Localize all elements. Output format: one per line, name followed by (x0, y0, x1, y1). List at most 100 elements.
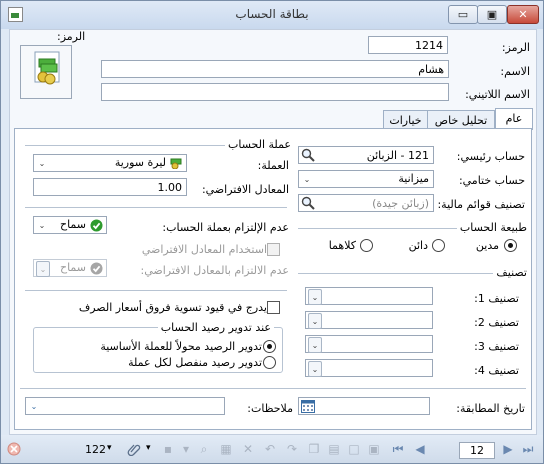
maximize-button[interactable]: ▣ (477, 5, 507, 24)
fin-list-label: تصنيف قوائم مالية: (437, 198, 525, 211)
non-commit-label: عدم الإلتزام بعملة الحساب: (162, 221, 289, 234)
title-bar: بطاقة الحساب ▭ ▣ ✕ (1, 1, 543, 29)
next-record-icon[interactable]: ▶ (501, 442, 515, 456)
commit-divider (25, 207, 287, 208)
non-commit-combo[interactable]: ⌄ سماح (33, 216, 107, 234)
currency-section-title: عملة الحساب (225, 138, 291, 151)
non-commit-rate-label: عدم الالتزام بالمعادل الافتراضي: (140, 264, 290, 277)
new-icon[interactable]: □ (347, 442, 361, 456)
grid-icon[interactable]: ▦ (219, 442, 233, 456)
close-button[interactable]: ✕ (507, 5, 539, 24)
icon-label: الرمز: (57, 30, 86, 43)
record-number-field[interactable]: 12 (459, 442, 495, 459)
fx-divider (25, 290, 287, 291)
minimize-button[interactable]: ▭ (448, 5, 478, 24)
money-icon (34, 51, 60, 85)
nature-both-label: كلاهما (328, 239, 356, 252)
currency-combo[interactable]: ⌄ ليرة سورية (33, 154, 187, 172)
nature-credit-label: دائن (408, 239, 428, 252)
account-card-window: بطاقة الحساب ▭ ▣ ✕ الرمز: 1214 الاسم: هش… (0, 0, 544, 464)
name-field[interactable]: هشام (101, 60, 449, 78)
redo-icon[interactable]: ↷ (285, 442, 299, 456)
form-body: الرمز: 1214 الاسم: هشام الاسم اللاتيني: … (9, 29, 537, 435)
search-icon[interactable]: ⌕ (197, 442, 211, 456)
currency-icon (170, 157, 183, 170)
copy-icon[interactable]: ❐ (307, 442, 321, 456)
rounding-title: عند تدوير رصيد الحساب (157, 321, 274, 334)
match-date-field[interactable] (298, 397, 430, 415)
status-toolbar: 122 ▾ ▾ ▪ ▾ ⌕ ▦ ✕ ↶ ↷ ❐ ▤ □ ▣ ⏮ ◀ 12 ▶ ⏭ (1, 435, 543, 463)
class4-combo[interactable]: ⌄ (305, 359, 433, 377)
latin-name-label: الاسم اللاتيني: (465, 88, 530, 101)
rounding-separate-radio[interactable] (263, 356, 276, 369)
tab-page-general: حساب رئيسي: 121 - الزبائن حساب ختامي: ⌄ … (14, 128, 532, 430)
undo-icon[interactable]: ↶ (263, 442, 277, 456)
default-rate-field[interactable]: 1.00 (33, 178, 187, 196)
fin-list-field[interactable]: (زبائن جيدة) (298, 194, 434, 212)
parent-account-field[interactable]: 121 - الزبائن (298, 146, 434, 164)
search-icon[interactable] (301, 196, 315, 210)
previous-record-icon[interactable]: ◀ (413, 442, 427, 456)
close-icon[interactable]: ✕ (241, 442, 255, 456)
check-circle-icon (90, 262, 103, 275)
tab-special-analysis[interactable]: تحليل خاص (427, 110, 495, 130)
bottom-divider (20, 388, 526, 389)
nature-debit-radio[interactable] (504, 239, 517, 252)
rounding-base-radio[interactable] (263, 340, 276, 353)
non-commit-rate-combo[interactable]: ⌄ سماح (33, 259, 107, 277)
first-record-icon[interactable]: ⏮ (391, 442, 405, 456)
latin-name-field[interactable] (101, 83, 449, 101)
chevron-down-icon[interactable]: ▾ (107, 443, 112, 453)
notes-label: ملاحظات: (247, 402, 293, 415)
filter-icon[interactable]: ▾ (179, 442, 193, 456)
parent-account-label: حساب رئيسي: (456, 150, 525, 163)
zoom-value[interactable]: 122 (85, 443, 106, 456)
paste-icon[interactable]: ▤ (327, 442, 341, 456)
class1-combo[interactable]: ⌄ (305, 287, 433, 305)
check-circle-icon (90, 219, 103, 232)
attachment-icon[interactable] (127, 442, 141, 457)
class-divider (298, 273, 526, 274)
non-commit-value: سماح (59, 218, 86, 231)
search-icon[interactable] (301, 148, 315, 162)
chevron-down-icon[interactable]: ▾ (146, 443, 151, 453)
tab-general[interactable]: عام (495, 108, 533, 130)
chevron-down-icon: ⌄ (38, 221, 46, 230)
class1-label: تصنيف 1: (474, 292, 519, 305)
last-record-icon[interactable]: ⏭ (521, 442, 535, 456)
final-account-combo[interactable]: ⌄ ميزانية (298, 170, 434, 188)
chevron-down-icon: ⌄ (36, 261, 50, 277)
code-field[interactable]: 1214 (368, 36, 448, 54)
delete-icon[interactable] (7, 442, 21, 456)
rounding-base-label: تدوير الرصيد محولاً للعملة الأساسية (100, 340, 262, 353)
match-date-label: تاريخ المطابقة: (456, 402, 525, 415)
default-rate-label: المعادل الافتراضي: (201, 183, 289, 196)
account-icon-frame[interactable] (20, 45, 72, 99)
nature-both-radio[interactable] (360, 239, 373, 252)
use-default-rate-checkbox[interactable] (267, 243, 280, 256)
class2-combo[interactable]: ⌄ (305, 311, 433, 329)
fx-diff-label: يدرج في قيود تسوية فروق أسعار الصرف (78, 301, 267, 314)
class4-label: تصنيف 4: (474, 364, 519, 377)
chevron-down-icon: ⌄ (308, 337, 322, 353)
save-icon[interactable]: ▣ (367, 442, 381, 456)
chevron-down-icon: ⌄ (308, 289, 322, 305)
rounding-separate-label: تدوير رصيد منفصل لكل عملة (128, 356, 262, 369)
chevron-down-icon: ⌄ (303, 175, 311, 184)
notes-combo[interactable]: ⌄ (25, 397, 225, 415)
nature-credit-radio[interactable] (432, 239, 445, 252)
currency-label: العملة: (257, 159, 289, 172)
final-account-label: حساب ختامي: (458, 174, 525, 187)
nature-debit-label: مدين (475, 239, 499, 252)
chevron-down-icon: ⌄ (30, 402, 38, 411)
non-commit-rate-value: سماح (59, 261, 86, 274)
tab-options[interactable]: خيارات (383, 110, 428, 130)
print-icon[interactable]: ▪ (161, 442, 175, 456)
class2-label: تصنيف 2: (474, 316, 519, 329)
name-label: الاسم: (500, 65, 530, 78)
fx-diff-checkbox[interactable] (267, 301, 280, 314)
nature-title: طبيعة الحساب (456, 221, 527, 234)
class3-combo[interactable]: ⌄ (305, 335, 433, 353)
calendar-icon[interactable] (301, 399, 315, 413)
chevron-down-icon: ⌄ (308, 313, 322, 329)
